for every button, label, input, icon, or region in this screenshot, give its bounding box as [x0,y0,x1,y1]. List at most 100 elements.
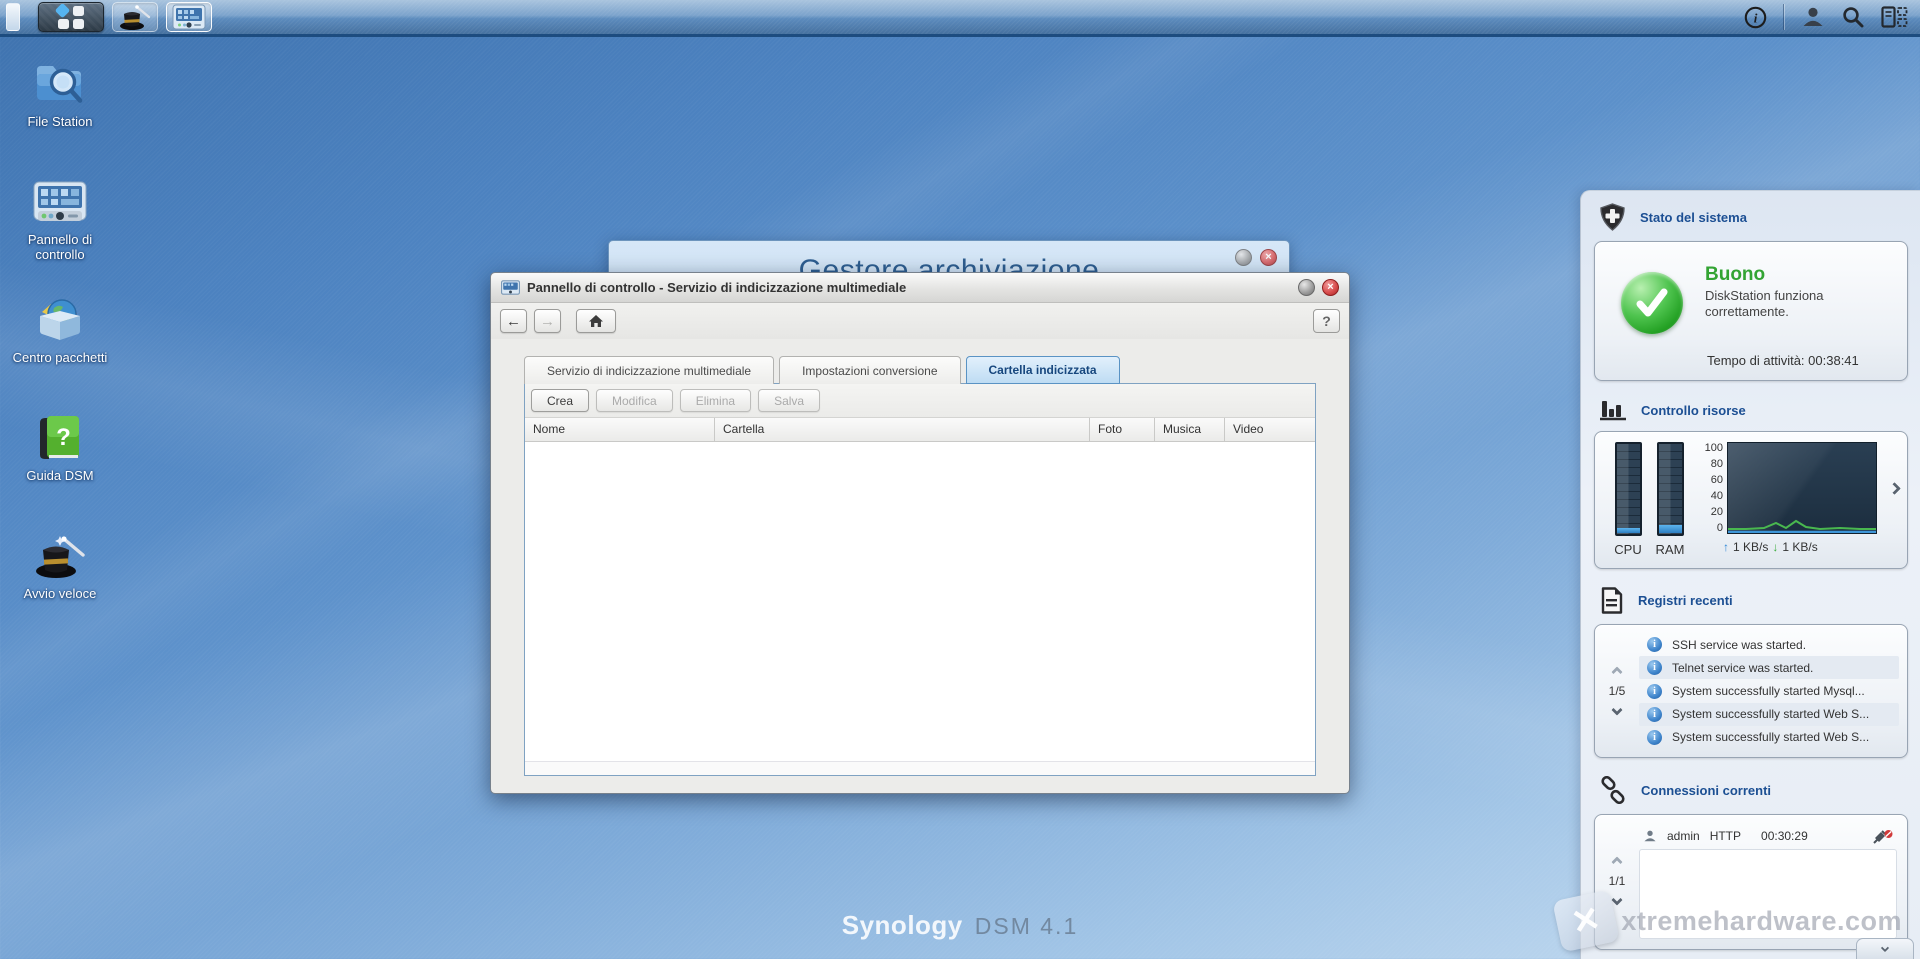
home-button[interactable] [576,309,616,333]
table-footer [525,761,1315,775]
logs-page-indicator: 1/5 [1609,684,1626,698]
log-row[interactable]: iSystem successfully started Web S... [1639,703,1899,726]
bar-chart-icon [1599,399,1627,421]
log-row[interactable]: iSystem successfully started Mysql... [1639,679,1899,702]
current-connections-panel: 1/1 admin HTTP 00:30:29 [1594,814,1908,950]
status-description: DiskStation funziona correttamente. [1705,288,1865,320]
control-panel-icon [501,280,520,295]
user-icon[interactable] [1801,5,1825,29]
info-log-icon: i [1647,637,1662,652]
desktop-icon-dsm-help[interactable]: ? Guida DSM [8,406,112,524]
desktop-icon-control-panel[interactable]: Pannello di controllo [8,170,112,288]
forward-arrow-icon: → [540,313,555,330]
main-menu-icon [52,4,90,30]
uptime-label: Tempo di attività: 00:38:41 [1707,353,1859,368]
tab-bar: Servizio di indicizzazione multimediale … [524,356,1316,383]
desktop-icon-label: File Station [27,114,92,129]
window-titlebar[interactable]: Pannello di controllo - Servizio di indi… [491,273,1349,303]
network-graph [1727,442,1877,534]
resource-monitor-panel: CPU RAM 100 80 60 40 20 0 [1594,431,1908,569]
disconnect-icon[interactable] [1873,829,1893,844]
tab-cartella-indicizzata[interactable]: Cartella indicizzata [966,356,1120,384]
upload-arrow-icon: ↑ [1723,540,1729,554]
cpu-meter [1615,442,1642,536]
control-panel-task-button[interactable] [166,2,212,32]
quick-launch-task-button[interactable] [112,2,158,32]
column-header-video[interactable]: Video [1225,418,1315,441]
magic-hat-icon [119,4,151,31]
column-header-cartella[interactable]: Cartella [715,418,1090,441]
page-down-chevron-icon[interactable] [1611,894,1622,905]
section-title: Connessioni correnti [1641,783,1771,798]
help-button[interactable]: ? [1313,309,1340,333]
magic-hat-icon [34,534,86,580]
log-row[interactable]: iSSH service was started. [1639,633,1899,656]
close-icon[interactable]: × [1322,279,1339,296]
page-down-chevron-icon[interactable] [1611,704,1622,715]
desktop-icon-label: Avvio veloce [24,586,97,601]
desktop-icon-package-center[interactable]: Centro pacchetti [8,288,112,406]
sidebar-collapse-button[interactable] [1856,938,1914,959]
system-status-header: Stato del sistema [1581,191,1920,239]
tab-servizio-indicizzazione[interactable]: Servizio di indicizzazione multimediale [524,356,774,384]
action-bar: Crea Modifica Elimina Salva [525,384,1315,418]
link-icon [1599,776,1627,804]
system-widget-sidebar: Stato del sistema Buono DiskStation funz… [1580,190,1920,959]
section-title: Stato del sistema [1640,210,1747,225]
control-panel-icon [32,180,88,226]
log-list: iSSH service was started. iTelnet servic… [1639,633,1899,749]
column-header-musica[interactable]: Musica [1155,418,1225,441]
logs-pager: 1/5 [1595,633,1639,749]
section-title: Controllo risorse [1641,403,1746,418]
dsm-version: DSM 4.1 [975,913,1078,940]
collapse-chevron-icon [1881,943,1889,951]
connection-row[interactable]: admin HTTP 00:30:29 [1639,823,1897,849]
info-log-icon: i [1647,684,1662,699]
info-icon[interactable]: i [1744,6,1767,29]
show-desktop-button[interactable] [6,3,20,31]
expand-resources-chevron-icon[interactable] [1888,482,1901,495]
page-up-chevron-icon[interactable] [1611,856,1622,867]
connections-list-empty[interactable] [1639,849,1897,939]
widgets-icon[interactable] [1881,6,1908,28]
page-up-chevron-icon[interactable] [1611,666,1622,677]
main-menu-button[interactable] [38,2,104,32]
desktop-icon-column: File Station Pannello di controllo [8,52,112,642]
desktop-icon-quick-start[interactable]: Avvio veloce [8,524,112,642]
connection-user: admin [1667,829,1700,843]
log-document-icon [1599,587,1624,614]
upload-rate: 1 KB/s [1733,540,1768,554]
column-header-nome[interactable]: Nome [525,418,715,441]
back-button[interactable]: ← [500,309,527,333]
search-icon[interactable] [1841,5,1865,29]
table-body-empty[interactable] [525,442,1315,761]
synology-logo-text: Synology [842,910,963,941]
dsm-branding: Synology DSM 4.1 [842,910,1079,941]
taskbar: i [0,0,1920,37]
status-ok-icon [1621,272,1683,334]
desktop-icon-file-station[interactable]: File Station [8,52,112,170]
network-graph-y-axis: 100 80 60 40 20 0 [1701,442,1727,534]
system-status-panel: Buono DiskStation funziona correttamente… [1594,241,1908,381]
minimize-button[interactable] [1235,249,1252,266]
connection-duration: 00:30:29 [1761,829,1808,843]
ram-label: RAM [1656,542,1685,557]
log-row[interactable]: iTelnet service was started. [1639,656,1899,679]
cpu-label: CPU [1614,542,1641,557]
log-row[interactable]: iSystem successfully started Web S... [1639,726,1899,749]
info-log-icon: i [1647,707,1662,722]
network-rates: ↑ 1 KB/s ↓ 1 KB/s [1723,540,1877,554]
close-icon[interactable]: × [1260,249,1277,266]
control-panel-icon [172,4,206,30]
column-header-foto[interactable]: Foto [1090,418,1155,441]
indexed-folder-panel: Crea Modifica Elimina Salva Nome Cartell… [524,383,1316,776]
tab-impostazioni-conversione[interactable]: Impostazioni conversione [779,356,960,384]
desktop-icon-label: Pannello di controllo [8,232,112,262]
forward-button[interactable]: → [534,309,561,333]
save-button[interactable]: Salva [758,389,820,412]
edit-button[interactable]: Modifica [596,389,673,412]
create-button[interactable]: Crea [531,389,589,412]
ram-meter [1657,442,1684,536]
delete-button[interactable]: Elimina [680,389,751,412]
minimize-button[interactable] [1298,279,1315,296]
